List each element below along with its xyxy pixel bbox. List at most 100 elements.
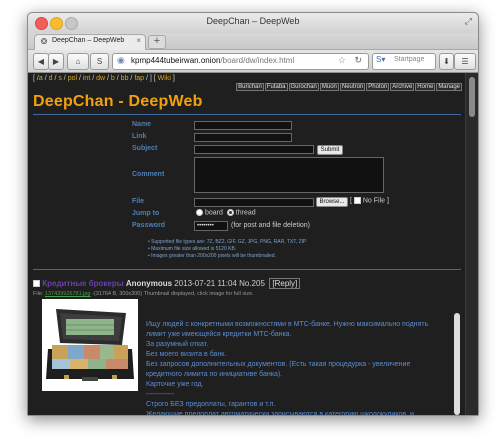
tab-deepchan[interactable]: ❂ DeepChan – DeepWeb × [34, 34, 146, 50]
board-link-b[interactable]: b [111, 75, 115, 82]
board-link-a[interactable]: a [39, 75, 43, 82]
name-input[interactable] [194, 121, 292, 130]
fullscreen-icon[interactable]: ⤢ [465, 16, 472, 27]
jump-options: board thread [196, 209, 256, 216]
bookmark-star-icon[interactable]: ☆ [338, 55, 346, 66]
style-archive[interactable]: Archive [390, 83, 415, 91]
page-scrollbar[interactable] [465, 73, 478, 415]
new-tab-button[interactable]: + [148, 35, 166, 49]
no-file-option: [ No File ] [350, 197, 389, 205]
post-header: Кредитные брокеры Anonymous 2013-07-21 1… [33, 278, 301, 289]
board-link-dw[interactable]: dw [96, 75, 105, 82]
wiki-link[interactable]: Wiki [158, 75, 171, 82]
jump-label: Jump to [132, 210, 160, 217]
reply-link[interactable]: [Reply] [269, 278, 301, 289]
browser-window: DeepChan – DeepWeb ⤢ ❂ DeepChan – DeepWe… [27, 12, 479, 416]
rule-item: Supported file types are: 7Z, BZ2, GIF, … [148, 239, 306, 246]
url-text[interactable]: kpmp444tubeirwan.onion/board/dw/index.ht… [131, 56, 294, 65]
post-number[interactable]: No.205 [239, 279, 265, 288]
link-input[interactable] [194, 133, 292, 142]
style-futaba[interactable]: Futaba [264, 83, 288, 91]
home-button[interactable]: ⌂ [67, 53, 89, 70]
post-body-line: Без запросов дополнительных документов. … [146, 361, 411, 368]
post-subject: Кредитные брокеры [42, 279, 124, 288]
style-gurochan[interactable]: Gurochan [288, 83, 319, 91]
reload-icon[interactable]: ↻ [354, 55, 362, 66]
jump-board-radio[interactable] [196, 209, 203, 216]
post-body-line: Без моего визита в банк. [146, 351, 227, 358]
file-note: Thumbnail displayed, click image for ful… [143, 291, 254, 297]
post-body-line: Ищу людей с конкретными возможностями в … [146, 321, 429, 328]
tab-bar: ❂ DeepChan – DeepWeb × + [28, 33, 478, 50]
back-button[interactable]: ◀ [33, 53, 49, 70]
comment-textarea[interactable] [194, 157, 384, 193]
post-body-line: ------------ [146, 391, 174, 398]
style-neutron[interactable]: Neutron [339, 83, 366, 91]
briefcase-money-image [42, 299, 138, 391]
menu-button[interactable]: ☰ [454, 53, 476, 70]
name-label: Name [132, 121, 152, 128]
style-muon[interactable]: Muon [319, 83, 339, 91]
style-switcher: Burichan Futaba Gurochan Muon Neutron Photon A… [235, 83, 462, 91]
tab-title: DeepChan – DeepWeb [52, 37, 125, 44]
file-path-input[interactable] [194, 198, 314, 207]
divider [33, 269, 461, 270]
board-link-d[interactable]: d [49, 75, 53, 82]
file-info: File: 137439926781.jpg -(31764 B, 300x30… [33, 291, 254, 297]
post-body-line: Желающие предоплат автоматически записыв… [146, 411, 414, 415]
navigation-toolbar: ◀ ▶ ⌂ S ◉ kpmp444tubeirwan.onion/board/d… [28, 50, 478, 73]
search-input[interactable]: Startpage [394, 56, 424, 63]
post-date: 2013-07-21 11:04 [174, 279, 237, 288]
forward-button[interactable]: ▶ [48, 53, 64, 70]
subject-input[interactable] [194, 145, 314, 154]
post-scrollbar[interactable] [454, 313, 460, 415]
link-label: Link [132, 133, 147, 140]
file-label: File [132, 198, 145, 205]
style-burichan[interactable]: Burichan [236, 83, 264, 91]
post-thumbnail[interactable] [42, 299, 138, 391]
post-author: Anonymous [125, 279, 173, 288]
search-box[interactable]: S▾ Startpage [372, 53, 436, 70]
jump-thread-label: thread [235, 209, 256, 217]
board-title: DeepChan - DeepWeb [33, 93, 203, 110]
password-note: (for post and file deletion) [231, 222, 310, 229]
board-link-fap[interactable]: fap [134, 75, 144, 82]
post-body-line: кредитного лимита по инициативе банка). [146, 371, 283, 378]
no-file-label: No File [362, 197, 386, 205]
downloads-button[interactable]: ⬇ [439, 53, 454, 70]
jump-board-label: board [205, 209, 223, 217]
board-link-bb[interactable]: bb [121, 75, 129, 82]
title-bar: DeepChan – DeepWeb ⤢ [28, 13, 478, 33]
addon-button[interactable]: S [90, 53, 109, 70]
password-label: Password [132, 222, 166, 229]
post-body: Ищу людей с конкретными возможностями в … [146, 320, 452, 415]
rule-item: Maximum file size allowed is 5120 KB. [148, 246, 306, 253]
post-body-line: Строго БЕЗ предоплаты, гарантов и т.п. [146, 401, 276, 408]
post-body-line: лимит уже имеющейся кредитки МТС-банка. [146, 331, 292, 338]
submit-button[interactable]: Submit [317, 145, 343, 155]
tab-close-icon[interactable]: × [136, 36, 141, 45]
window-title: DeepChan – DeepWeb [206, 16, 300, 26]
board-link-s[interactable]: s [58, 75, 62, 82]
style-photon[interactable]: Photon [366, 83, 390, 91]
password-input[interactable]: •••••••• [194, 221, 228, 231]
board-navigation: [ /a / d / s / pol / int / dw / b / bb /… [33, 75, 175, 82]
style-manage[interactable]: Manage [436, 83, 462, 91]
file-link[interactable]: 137439926781.jpg [45, 291, 91, 297]
subject-label: Subject [132, 145, 158, 152]
address-bar[interactable]: ◉ kpmp444tubeirwan.onion/board/dw/index.… [112, 53, 369, 70]
search-engine-icon[interactable]: S▾ [376, 55, 385, 64]
post-select-checkbox[interactable] [33, 280, 40, 288]
board-link-pol[interactable]: pol [68, 75, 77, 82]
site-identity-icon[interactable]: ◉ [117, 55, 125, 66]
jump-thread-radio[interactable] [226, 209, 234, 216]
style-home[interactable]: Home [415, 83, 436, 91]
post-body-line: Карточке уже год. [146, 381, 204, 388]
browse-button[interactable]: Browse... [316, 197, 348, 207]
post-body-line: За разумный откат. [146, 341, 209, 348]
no-file-checkbox[interactable] [353, 197, 361, 204]
favicon-icon: ❂ [40, 37, 48, 46]
file-prefix: File: [33, 291, 44, 297]
page-scrollbar-thumb[interactable] [469, 77, 475, 117]
board-link-int[interactable]: int [83, 75, 90, 82]
